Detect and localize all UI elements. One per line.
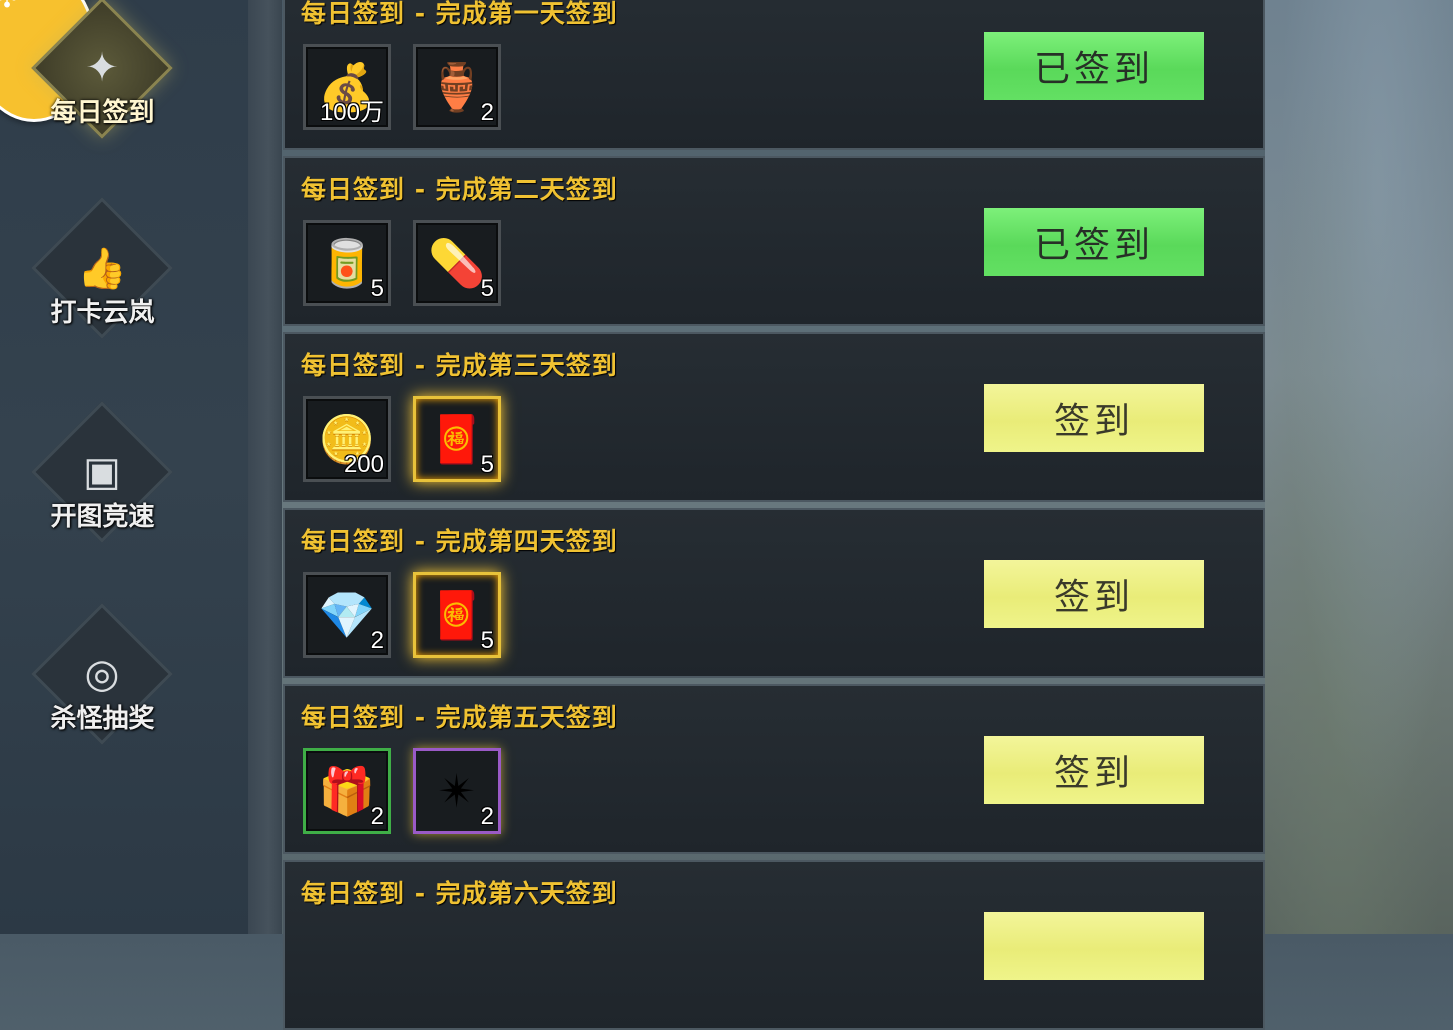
sidebar-item-daily-signin[interactable]: ✦ 每日签到 bbox=[0, 0, 205, 150]
panel-border bbox=[248, 0, 282, 934]
reward-slot[interactable]: 💊 5 bbox=[413, 220, 501, 306]
signin-button[interactable] bbox=[984, 912, 1204, 980]
sidebar-item-map-race[interactable]: ▣ 开图竞速 bbox=[0, 401, 205, 554]
reward-count: 5 bbox=[480, 627, 494, 654]
reward-count: 200 bbox=[343, 451, 384, 478]
reward-slot[interactable]: 🧧 5 bbox=[413, 572, 501, 658]
reward-slot[interactable]: 🏺 2 bbox=[413, 44, 501, 130]
signin-row: 每日签到 - 完成第二天签到 🥫 5 💊 5 已签到 bbox=[283, 156, 1265, 326]
sidebar-item-label: 打卡云岚 bbox=[50, 298, 155, 328]
reward-slot[interactable]: 🎁 2 bbox=[303, 748, 391, 834]
row-title: 每日签到 - 完成第四天签到 bbox=[301, 527, 618, 556]
signed-button[interactable]: 已签到 bbox=[984, 208, 1204, 276]
signin-row: 每日签到 - 完成第五天签到 🎁 2 ✴ 2 签到 bbox=[283, 684, 1265, 854]
row-title: 每日签到 - 完成第一天签到 bbox=[301, 0, 618, 28]
signin-button[interactable]: 签到 bbox=[984, 384, 1204, 452]
signin-row: 每日签到 - 完成第四天签到 💎 2 🧧 5 签到 bbox=[283, 508, 1265, 678]
reward-count: 5 bbox=[370, 275, 384, 302]
reward-count: 2 bbox=[370, 803, 384, 830]
signed-button[interactable]: 已签到 bbox=[984, 32, 1204, 100]
row-title: 每日签到 - 完成第五天签到 bbox=[301, 703, 618, 732]
sidebar-item-monster-lottery[interactable]: ◎ 杀怪抽奖 bbox=[0, 603, 205, 756]
calendar-icon: ✦ bbox=[85, 45, 119, 91]
sidebar-item-label: 每日签到 bbox=[50, 98, 155, 128]
sidebar-item-label: 开图竞速 bbox=[50, 502, 155, 532]
map-image-icon: ▣ bbox=[83, 449, 121, 495]
sidebar-item-checkin-yunlan[interactable]: 👍 打卡云岚 bbox=[0, 197, 205, 350]
signin-button[interactable]: 签到 bbox=[984, 560, 1204, 628]
reward-slot[interactable]: ✴ 2 bbox=[413, 748, 501, 834]
row-title: 每日签到 - 完成第三天签到 bbox=[301, 351, 618, 380]
signin-row: 每日签到 - 完成第一天签到 💰 100万 🏺 2 已签到 bbox=[283, 0, 1265, 150]
reward-count: 5 bbox=[480, 275, 494, 302]
reward-slot[interactable]: 💎 2 bbox=[303, 572, 391, 658]
signin-row: 每日签到 - 完成第三天签到 🪙 200 🧧 5 签到 bbox=[283, 332, 1265, 502]
sidebar: ✣ ✦ 每日签到 👍 打卡云岚 ▣ 开图竞速 ◎ 杀怪抽奖 bbox=[0, 0, 250, 934]
scroll-icon: ◎ bbox=[84, 651, 120, 697]
reward-count: 2 bbox=[370, 627, 384, 654]
reward-count: 2 bbox=[480, 99, 494, 126]
reward-slot[interactable]: 💰 100万 bbox=[303, 44, 391, 130]
reward-count: 100万 bbox=[319, 99, 384, 126]
reward-slot[interactable]: 🧧 5 bbox=[413, 396, 501, 482]
reward-count: 2 bbox=[480, 803, 494, 830]
signin-button[interactable]: 签到 bbox=[984, 736, 1204, 804]
sidebar-item-label: 杀怪抽奖 bbox=[50, 704, 155, 734]
reward-slot[interactable]: 🪙 200 bbox=[303, 396, 391, 482]
signin-list: 每日签到 - 完成第一天签到 💰 100万 🏺 2 已签到 每日签到 - 完成第… bbox=[283, 0, 1265, 1030]
row-title: 每日签到 - 完成第六天签到 bbox=[301, 879, 618, 908]
signin-row: 每日签到 - 完成第六天签到 bbox=[283, 860, 1265, 1030]
row-title: 每日签到 - 完成第二天签到 bbox=[301, 175, 618, 204]
reward-count: 5 bbox=[480, 451, 494, 478]
reward-slot[interactable]: 🥫 5 bbox=[303, 220, 391, 306]
thumbs-up-icon: 👍 bbox=[77, 245, 127, 292]
background-landscape bbox=[1265, 0, 1453, 934]
